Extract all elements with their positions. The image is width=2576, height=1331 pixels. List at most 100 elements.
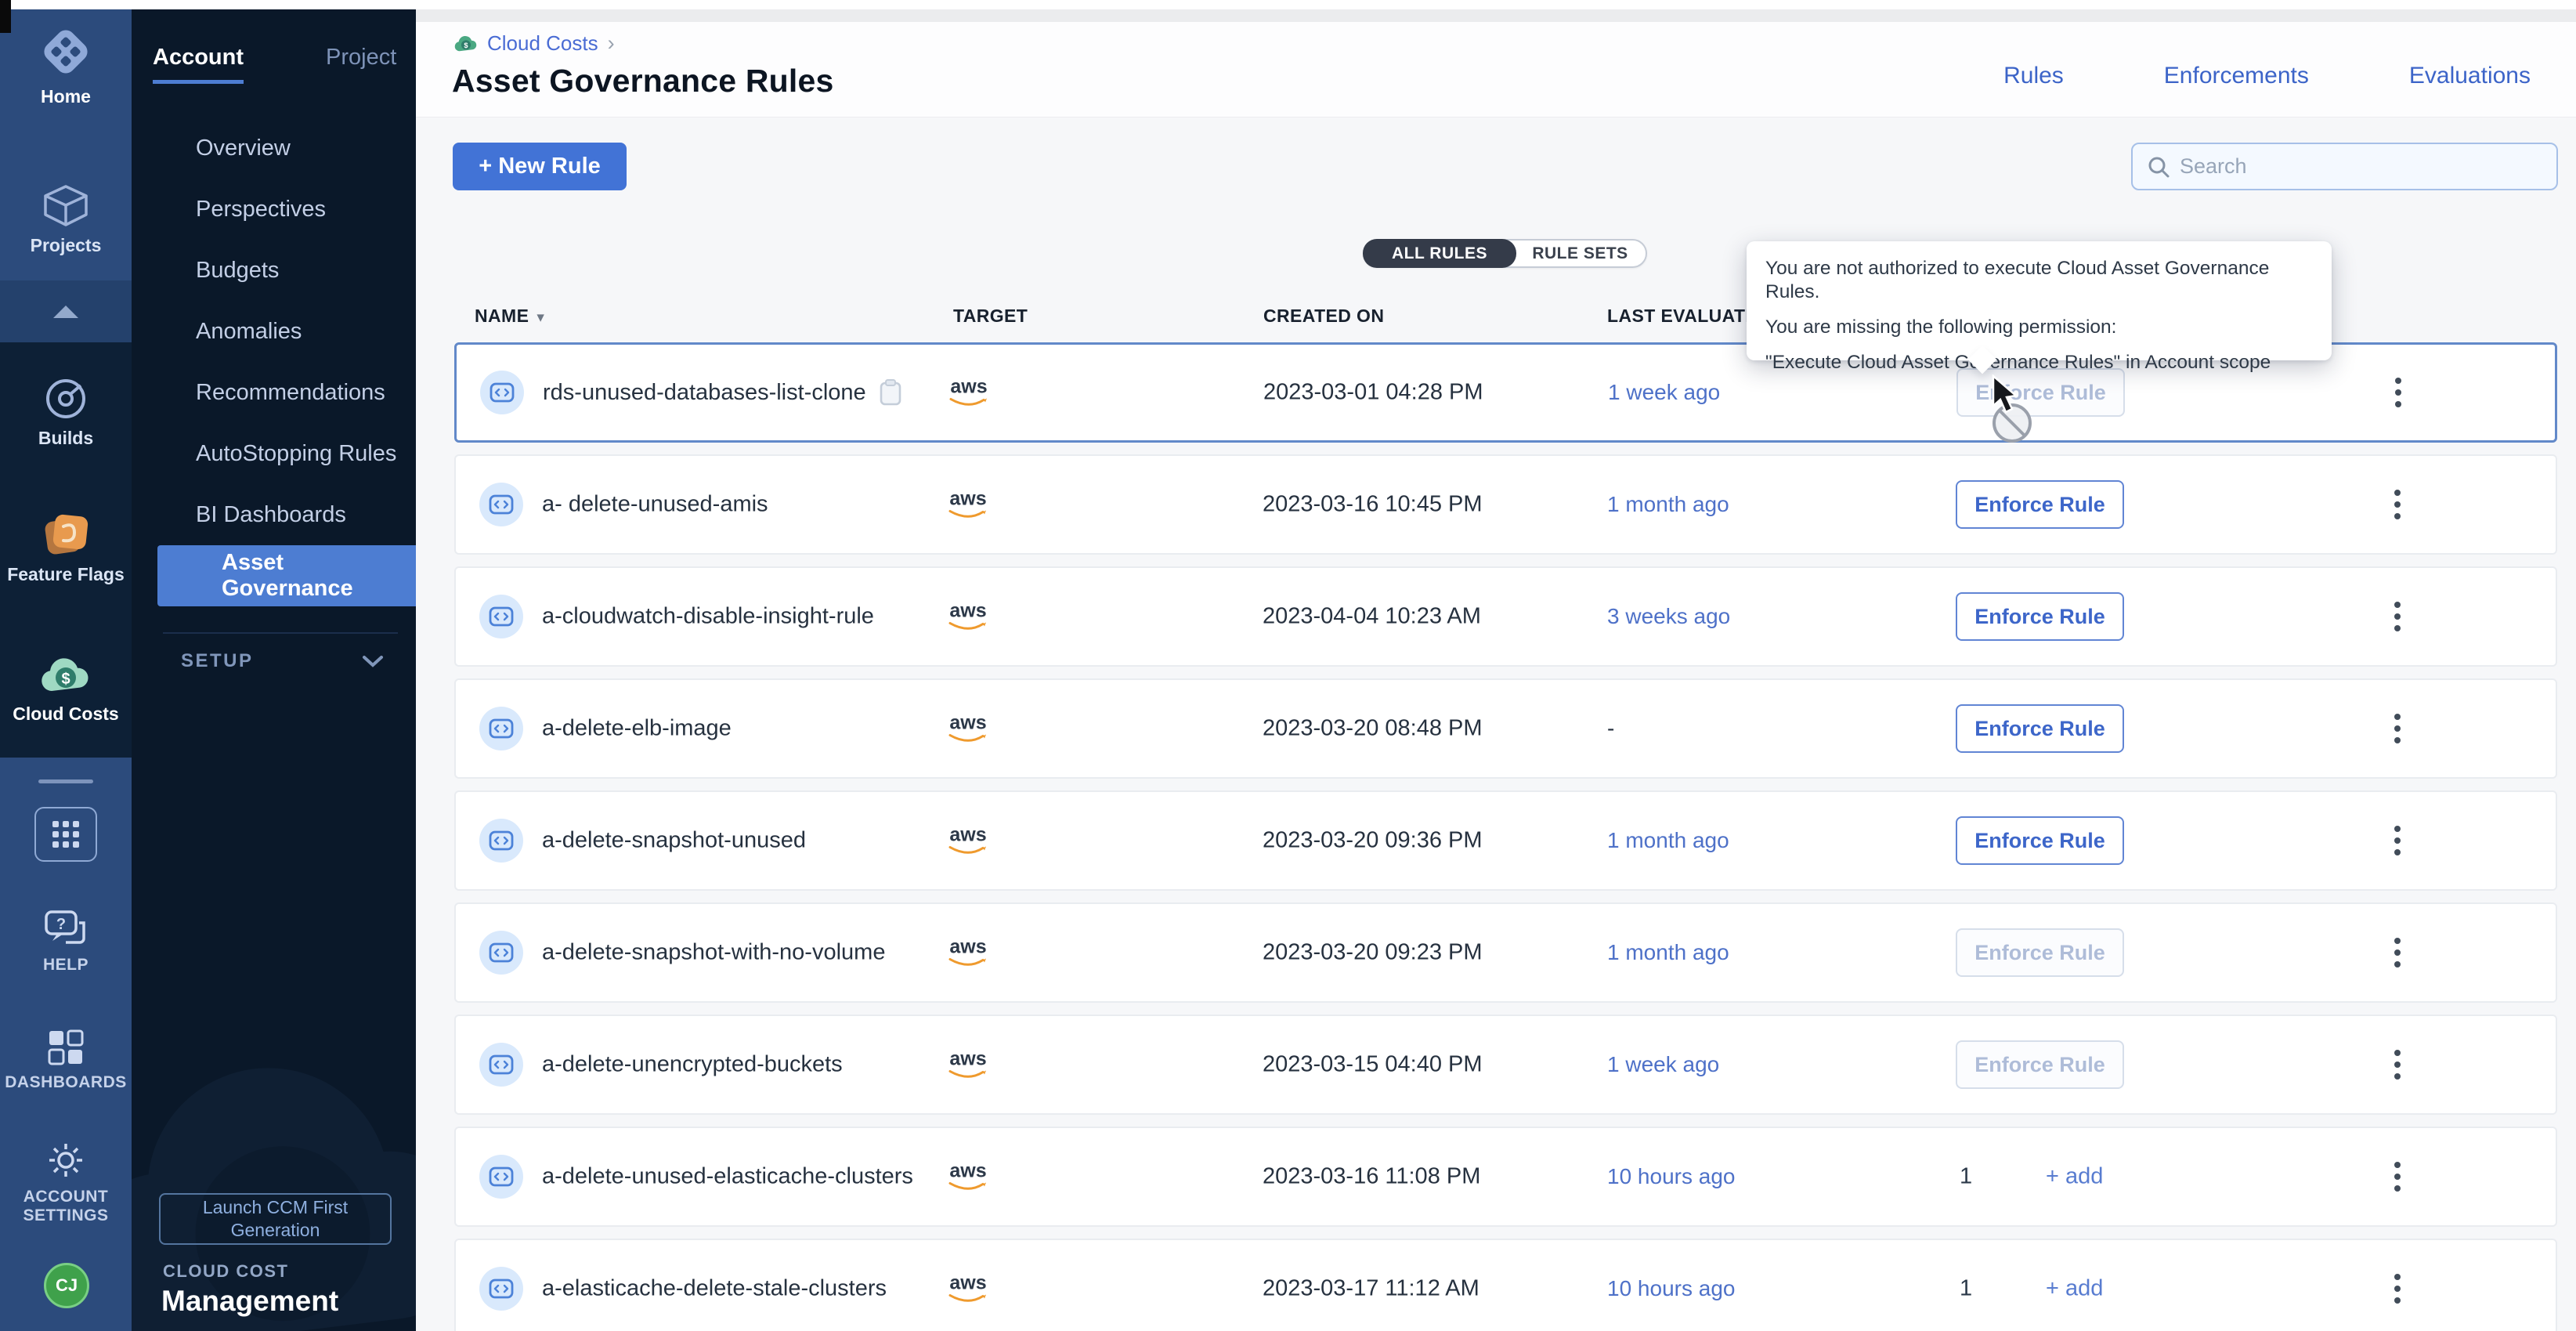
last-evaluation[interactable]: 10 hours ago bbox=[1607, 1164, 1735, 1189]
row-menu-kebab[interactable] bbox=[2394, 1050, 2401, 1080]
nav-item-autostopping-rules[interactable]: AutoStopping Rules bbox=[132, 423, 416, 484]
table-row[interactable]: a-cloudwatch-disable-insight-rule aws 20… bbox=[454, 566, 2557, 667]
last-evaluation[interactable]: 1 week ago bbox=[1608, 380, 1720, 405]
last-evaluation[interactable]: 1 month ago bbox=[1607, 828, 1729, 853]
rail-scroll-strip[interactable] bbox=[0, 280, 132, 342]
nav-item-perspectives[interactable]: Perspectives bbox=[132, 179, 416, 240]
search-box[interactable] bbox=[2131, 143, 2558, 190]
table-row[interactable]: a-delete-snapshot-with-no-volume aws 202… bbox=[454, 902, 2557, 1003]
sidebar-item-builds[interactable]: Builds bbox=[0, 376, 132, 448]
table-row[interactable]: a-elasticache-delete-stale-clusters aws … bbox=[454, 1239, 2557, 1331]
last-evaluation[interactable]: 10 hours ago bbox=[1607, 1276, 1735, 1301]
row-menu-kebab[interactable] bbox=[2394, 938, 2401, 968]
nav-item-asset-governance[interactable]: Asset Governance bbox=[157, 545, 416, 606]
enforce-rule-button[interactable]: Enforce Rule bbox=[1956, 592, 2124, 641]
cloud-costs-nav-panel: Account Project OverviewPerspectivesBudg… bbox=[132, 9, 416, 1331]
header-link-evaluations[interactable]: Evaluations bbox=[2409, 63, 2531, 89]
column-header-created-on[interactable]: CREATED ON bbox=[1263, 306, 1384, 327]
new-rule-button[interactable]: + New Rule bbox=[453, 143, 627, 190]
last-evaluation[interactable]: 1 month ago bbox=[1607, 940, 1729, 965]
nav-item-recommendations[interactable]: Recommendations bbox=[132, 362, 416, 423]
sidebar-item-projects[interactable]: Projects bbox=[0, 183, 132, 255]
row-menu-kebab[interactable] bbox=[2394, 1274, 2401, 1304]
copy-icon[interactable] bbox=[879, 378, 902, 407]
column-header-target[interactable]: TARGET bbox=[953, 306, 1028, 327]
rule-name[interactable]: a-delete-unencrypted-buckets bbox=[542, 1052, 843, 1078]
permission-tooltip: You are not authorized to execute Cloud … bbox=[1747, 241, 2332, 360]
row-menu-kebab[interactable] bbox=[2394, 490, 2401, 519]
nav-item-label: AutoStopping Rules bbox=[196, 441, 396, 467]
sort-caret-icon[interactable]: ▾ bbox=[537, 309, 544, 326]
rules-toggle[interactable]: ALL RULES RULE SETS bbox=[1363, 239, 1647, 268]
table-row[interactable]: a-delete-unused-elasticache-clusters aws… bbox=[454, 1127, 2557, 1227]
table-row[interactable]: a-delete-snapshot-unused aws 2023-03-20 … bbox=[454, 790, 2557, 891]
enforce-rule-button[interactable]: Enforce Rule bbox=[1956, 816, 2124, 865]
enforce-rule-button[interactable]: Enforce Rule bbox=[1956, 1040, 2124, 1089]
header-link-rules[interactable]: Rules bbox=[2003, 63, 2064, 89]
rail-label: Builds bbox=[38, 428, 93, 448]
created-on: 2023-03-20 09:23 PM bbox=[1263, 940, 1483, 966]
last-evaluation[interactable]: - bbox=[1607, 716, 1614, 741]
rule-icon bbox=[479, 819, 523, 863]
rule-icon bbox=[479, 1043, 523, 1087]
enforce-rule-button[interactable]: Enforce Rule bbox=[1956, 704, 2124, 753]
toggle-all-rules[interactable]: ALL RULES bbox=[1363, 239, 1516, 268]
nav-item-budgets[interactable]: Budgets bbox=[132, 240, 416, 301]
cloud-costs-icon: $ bbox=[38, 653, 94, 697]
sidebar-item-help[interactable]: ? HELP bbox=[0, 909, 132, 975]
setup-section-header[interactable]: SETUP bbox=[181, 650, 385, 672]
last-evaluation[interactable]: 3 weeks ago bbox=[1607, 604, 1730, 629]
module-selector-button[interactable] bbox=[34, 807, 97, 862]
launch-ccm-first-gen-button[interactable]: Launch CCM First Generation bbox=[159, 1193, 392, 1245]
rule-name[interactable]: a-delete-snapshot-with-no-volume bbox=[542, 940, 885, 966]
table-row[interactable]: a- delete-unused-amis aws 2023-03-16 10:… bbox=[454, 454, 2557, 555]
row-menu-kebab[interactable] bbox=[2394, 1162, 2401, 1192]
add-enforcement-link[interactable]: + add bbox=[2046, 1276, 2103, 1302]
breadcrumb[interactable]: $ Cloud Costs › bbox=[453, 31, 615, 56]
sidebar-item-dashboards[interactable]: DASHBOARDS bbox=[0, 1028, 132, 1092]
header-link-enforcements[interactable]: Enforcements bbox=[2164, 63, 2309, 89]
scroll-up-icon[interactable] bbox=[53, 306, 78, 318]
rule-name[interactable]: rds-unused-databases-list-clone bbox=[543, 378, 902, 407]
help-chat-icon: ? bbox=[43, 909, 89, 949]
row-menu-kebab[interactable] bbox=[2394, 602, 2401, 631]
column-header-name[interactable]: NAME▾ bbox=[475, 306, 544, 327]
rule-name[interactable]: a-elasticache-delete-stale-clusters bbox=[542, 1276, 887, 1302]
toggle-rule-sets[interactable]: RULE SETS bbox=[1515, 241, 1646, 266]
row-menu-kebab[interactable] bbox=[2394, 826, 2401, 855]
sidebar-item-account-settings[interactable]: ACCOUNTSETTINGS bbox=[0, 1139, 132, 1225]
add-enforcement-link[interactable]: + add bbox=[2046, 1164, 2103, 1190]
table-row[interactable]: a-delete-elb-image aws 2023-03-20 08:48 … bbox=[454, 678, 2557, 779]
search-input[interactable] bbox=[2180, 154, 2556, 179]
product-eyebrow: CLOUD COST bbox=[163, 1261, 288, 1282]
sidebar-item-feature-flags[interactable]: Feature Flags bbox=[0, 511, 132, 584]
nav-item-label: Recommendations bbox=[196, 380, 385, 406]
tab-account[interactable]: Account bbox=[153, 45, 244, 84]
enforce-rule-button[interactable]: Enforce Rule bbox=[1956, 928, 2124, 977]
avatar-initials: CJ bbox=[56, 1275, 78, 1296]
last-evaluation[interactable]: 1 month ago bbox=[1607, 492, 1729, 517]
table-row[interactable]: a-delete-unencrypted-buckets aws 2023-03… bbox=[454, 1015, 2557, 1115]
tab-project[interactable]: Project bbox=[326, 45, 396, 84]
rule-name[interactable]: a-delete-snapshot-unused bbox=[542, 828, 806, 854]
rule-name[interactable]: a-cloudwatch-disable-insight-rule bbox=[542, 604, 874, 630]
user-avatar[interactable]: CJ bbox=[44, 1263, 89, 1308]
nav-item-overview[interactable]: Overview bbox=[132, 118, 416, 179]
nav-item-bi-dashboards[interactable]: BI Dashboards bbox=[132, 484, 416, 545]
row-menu-kebab[interactable] bbox=[2395, 378, 2401, 407]
rule-name[interactable]: a-delete-unused-elasticache-clusters bbox=[542, 1164, 913, 1190]
sidebar-item-home[interactable]: Home bbox=[0, 24, 132, 107]
tooltip-line-1: You are not authorized to execute Cloud … bbox=[1765, 257, 2313, 304]
rule-name[interactable]: a- delete-unused-amis bbox=[542, 492, 768, 518]
nav-item-anomalies[interactable]: Anomalies bbox=[132, 301, 416, 362]
breadcrumb-link[interactable]: Cloud Costs bbox=[487, 31, 598, 56]
row-menu-kebab[interactable] bbox=[2394, 714, 2401, 743]
nav-divider bbox=[163, 632, 398, 634]
enforce-rule-button[interactable]: Enforce Rule bbox=[1956, 480, 2124, 529]
sidebar-item-cloud-costs[interactable]: $ Cloud Costs bbox=[0, 653, 132, 724]
rule-name[interactable]: a-delete-elb-image bbox=[542, 716, 732, 742]
page-header: $ Cloud Costs › Asset Governance Rules R… bbox=[416, 22, 2576, 118]
rule-icon bbox=[479, 931, 523, 975]
created-on: 2023-03-17 11:12 AM bbox=[1263, 1276, 1479, 1302]
last-evaluation[interactable]: 1 week ago bbox=[1607, 1052, 1719, 1077]
